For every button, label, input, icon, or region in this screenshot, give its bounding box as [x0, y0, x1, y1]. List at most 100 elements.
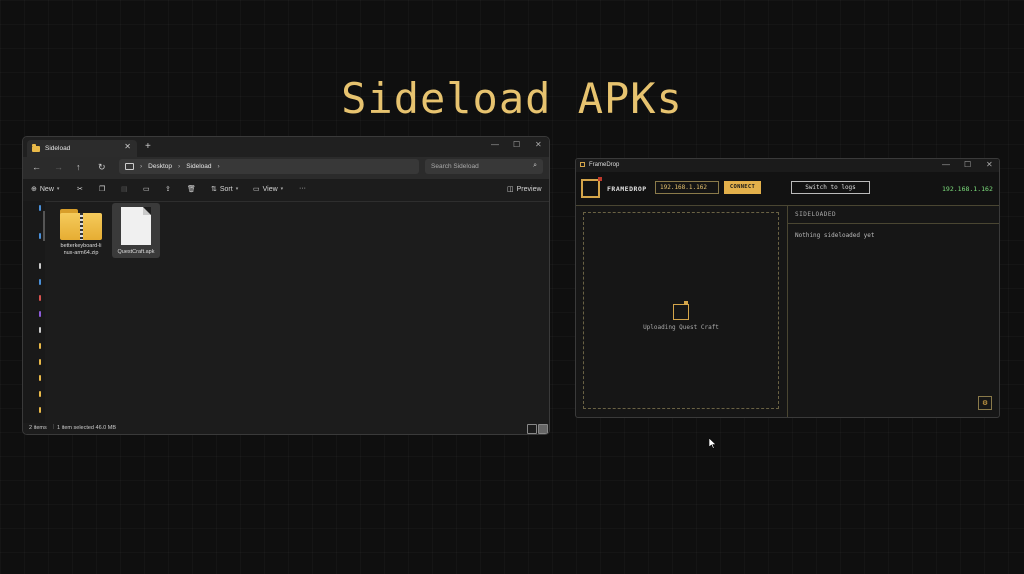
monitor-icon	[125, 163, 134, 170]
paste-icon[interactable]: ▤	[121, 185, 128, 193]
back-arrow-icon[interactable]: ←	[32, 162, 41, 172]
close-icon[interactable]: ✕	[986, 160, 993, 169]
minimize-icon[interactable]: —	[491, 140, 499, 149]
nav-marker	[39, 359, 41, 365]
upload-indicator-dot	[684, 301, 688, 305]
sort-label: Sort	[219, 185, 233, 193]
framedrop-titlebar: FrameDrop — ☐ ✕	[576, 159, 999, 172]
chevron-down-icon: ▾	[56, 186, 60, 192]
details-view-icon[interactable]	[527, 424, 537, 434]
preview-label: Preview	[516, 185, 542, 193]
zip-folder-icon	[60, 209, 102, 240]
chevron-down-icon: ▾	[235, 186, 239, 192]
nav-marker	[39, 391, 41, 397]
maximize-icon[interactable]: ☐	[513, 140, 520, 149]
switch-to-logs-button[interactable]: Switch to logs	[791, 181, 870, 194]
explorer-titlebar: Sideload ✕ + — ☐ ✕	[23, 137, 549, 157]
nav-marker	[39, 375, 41, 381]
rename-icon[interactable]: ▭	[143, 185, 150, 193]
cut-icon[interactable]: ✂	[77, 185, 83, 193]
sort-button[interactable]: ⇅ Sort ▾	[211, 185, 239, 194]
chevron-right-icon: ›	[140, 163, 143, 170]
upload-icon	[673, 304, 689, 320]
sideloaded-empty-message: Nothing sideloaded yet	[795, 232, 875, 239]
scrollbar[interactable]	[43, 211, 45, 241]
status-bar: 2 items | 1 item selected 46.0 MB	[23, 423, 549, 434]
new-button[interactable]: ⊕ New ▾	[31, 185, 60, 194]
item-count: 2 items	[29, 425, 47, 431]
nav-marker	[39, 263, 41, 269]
document-icon	[121, 207, 151, 245]
new-tab-icon[interactable]: +	[145, 141, 151, 152]
search-input[interactable]: Search Sideload ⌕	[425, 159, 543, 174]
selection-info: 1 item selected 46.0 MB	[57, 425, 117, 431]
tiles-view-icon[interactable]	[538, 424, 548, 434]
preview-pane-icon: ◫	[507, 186, 514, 193]
explorer-navbar: ← → ↑ ↻ › Desktop › Sideload › Search Si…	[23, 157, 549, 179]
framedrop-window: FrameDrop — ☐ ✕ FRAMEDROP 192.168.1.162 …	[575, 158, 1000, 418]
window-title: FrameDrop	[589, 162, 620, 168]
nav-marker	[39, 279, 41, 285]
maximize-icon[interactable]: ☐	[964, 160, 971, 169]
minimize-icon[interactable]: —	[942, 160, 950, 169]
app-icon	[580, 162, 585, 167]
sort-icon: ⇅	[211, 186, 217, 193]
file-name: QuestCraft.apk	[117, 249, 155, 255]
address-bar[interactable]: › Desktop › Sideload ›	[119, 159, 419, 174]
refresh-icon[interactable]: ↻	[98, 162, 106, 173]
copy-icon[interactable]: ❐	[99, 185, 105, 193]
navigation-pane[interactable]	[23, 201, 45, 423]
connect-button[interactable]: CONNECT	[724, 181, 761, 194]
search-icon: ⌕	[533, 162, 537, 169]
breadcrumb-sideload[interactable]: Sideload	[186, 163, 211, 170]
more-options-icon[interactable]: ···	[299, 185, 306, 192]
view-button[interactable]: ▭ View ▾	[253, 185, 284, 194]
search-placeholder: Search Sideload	[431, 163, 479, 170]
mouse-cursor-icon	[709, 438, 717, 449]
nav-marker	[39, 327, 41, 333]
file-name-line: betterkeyboard-li	[60, 243, 102, 249]
panel-divider	[787, 205, 788, 417]
explorer-tab[interactable]: Sideload ✕	[27, 140, 137, 157]
explorer-toolbar: ⊕ New ▾ ✂ ❐ ▤ ▭ ⇪ 🗑 ⇅ Sort ▾ ▭ View ▾ ··…	[23, 179, 549, 202]
upload-status-text: Uploading Quest Craft	[643, 324, 719, 331]
nav-marker	[39, 233, 41, 239]
logo-accent-dot	[598, 177, 602, 181]
delete-icon[interactable]: 🗑	[187, 185, 196, 193]
share-icon[interactable]: ⇪	[165, 185, 171, 193]
gear-icon[interactable]: ⚙	[978, 396, 992, 410]
plus-circle-icon: ⊕	[31, 186, 37, 193]
file-item-apk[interactable]: QuestCraft.apk	[112, 207, 160, 256]
sideloaded-header: SIDELOADED	[788, 205, 999, 224]
view-icon: ▭	[253, 186, 260, 193]
nav-marker	[39, 295, 41, 301]
file-name-line: nux-arm64.zip	[63, 250, 99, 256]
file-item-zip[interactable]: betterkeyboard-li nux-arm64.zip	[56, 209, 106, 257]
sideloaded-heading: SIDELOADED	[795, 211, 837, 218]
file-explorer-window: Sideload ✕ + — ☐ ✕ ← → ↑ ↻ › Desktop › S…	[22, 136, 550, 435]
chevron-right-icon: ›	[178, 163, 181, 170]
ip-address-input[interactable]: 192.168.1.162	[655, 181, 719, 194]
folder-icon	[32, 143, 40, 152]
forward-arrow-icon[interactable]: →	[54, 162, 63, 172]
up-arrow-icon[interactable]: ↑	[76, 162, 81, 172]
nav-marker	[39, 205, 41, 211]
brand-name: FRAMEDROP	[607, 185, 647, 193]
explorer-tab-title: Sideload	[45, 145, 71, 152]
file-name: betterkeyboard-li nux-arm64.zip	[56, 243, 106, 257]
chevron-down-icon: ▾	[280, 186, 284, 192]
nav-marker	[39, 311, 41, 317]
new-label: New	[39, 185, 54, 193]
close-icon[interactable]: ✕	[535, 140, 542, 149]
breadcrumb-desktop[interactable]: Desktop	[148, 163, 172, 170]
connected-ip-status: 192.168.1.162	[942, 185, 993, 193]
nav-marker	[39, 343, 41, 349]
page-headline: Sideload APKs	[341, 74, 683, 123]
view-label: View	[262, 185, 278, 193]
close-tab-icon[interactable]: ✕	[124, 142, 131, 151]
preview-button[interactable]: ◫ Preview	[507, 185, 542, 194]
chevron-right-icon: ›	[217, 163, 220, 170]
framedrop-header: FRAMEDROP 192.168.1.162 CONNECT Switch t…	[576, 172, 999, 206]
framedrop-logo-icon	[581, 179, 600, 198]
nav-marker	[39, 407, 41, 413]
